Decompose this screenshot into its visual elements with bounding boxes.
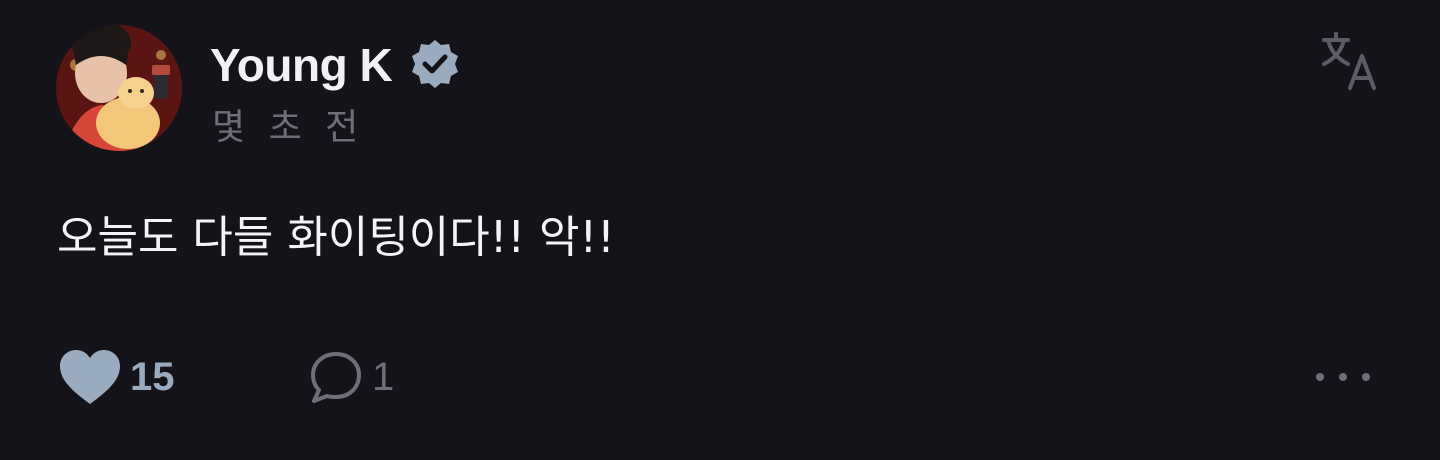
translate-icon bbox=[1318, 30, 1382, 94]
heart-icon bbox=[58, 348, 122, 406]
comment-count: 1 bbox=[372, 355, 395, 399]
verified-badge-icon bbox=[406, 36, 464, 94]
comment-bubble-icon bbox=[308, 349, 364, 405]
post-text: 오늘도 다들 화이팅이다!! 악!! bbox=[57, 212, 615, 263]
timestamp: 몇 초 전 bbox=[212, 107, 365, 148]
author-name[interactable]: Young K bbox=[210, 42, 393, 88]
like-count: 15 bbox=[130, 355, 175, 399]
comment-button[interactable]: 1 bbox=[308, 346, 394, 408]
more-options-button[interactable] bbox=[1308, 346, 1378, 408]
avatar-image bbox=[56, 25, 182, 151]
like-button[interactable]: 15 bbox=[58, 346, 175, 408]
translate-button[interactable] bbox=[1318, 30, 1382, 94]
avatar[interactable] bbox=[56, 25, 182, 151]
action-bar: 15 1 bbox=[58, 346, 1388, 408]
more-dots-icon bbox=[1313, 370, 1373, 384]
author-row: Young K bbox=[210, 36, 464, 94]
post-card: Young K 몇 초 전 오늘도 다들 화이팅이다!! 악!! 15 1 bbox=[0, 0, 1440, 460]
